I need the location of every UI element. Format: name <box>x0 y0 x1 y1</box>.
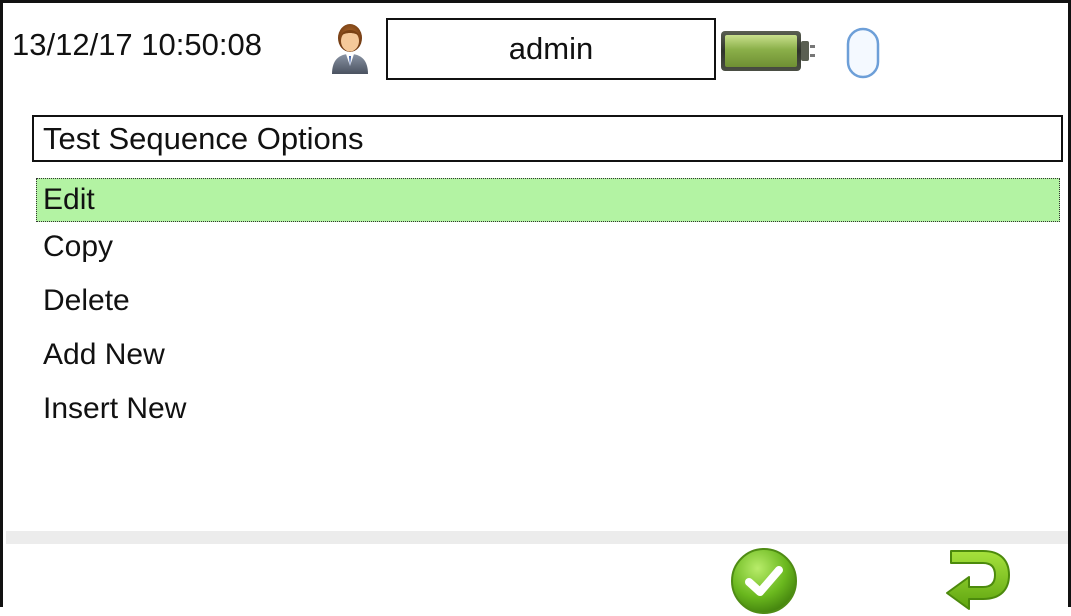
menu-item-label: Delete <box>43 284 130 317</box>
menu-item-edit[interactable]: Edit <box>36 178 1060 222</box>
battery-full-icon <box>721 31 815 71</box>
menu-item-label: Copy <box>43 230 114 263</box>
usb-icon <box>846 27 880 79</box>
username-field: admin <box>386 18 716 80</box>
menu-item-label: Edit <box>43 183 95 216</box>
menu-item-add-new[interactable]: Add New <box>36 328 1060 382</box>
menu-item-delete[interactable]: Delete <box>36 274 1060 328</box>
page-title: Test Sequence Options <box>32 115 1063 162</box>
username-text: admin <box>508 31 594 66</box>
ok-button[interactable] <box>729 546 799 616</box>
options-menu: Edit Copy Delete Add New Insert New <box>36 178 1060 436</box>
page-title-text: Test Sequence Options <box>43 120 364 156</box>
back-button[interactable] <box>943 547 1013 613</box>
return-arrow-icon <box>946 550 1010 610</box>
user-icon <box>332 24 368 74</box>
menu-item-insert-new[interactable]: Insert New <box>36 382 1060 436</box>
menu-item-copy[interactable]: Copy <box>36 220 1060 274</box>
menu-item-label: Insert New <box>43 392 187 425</box>
footer-divider <box>6 531 1068 544</box>
menu-item-label: Add New <box>43 338 165 371</box>
datetime-display: 13/12/17 10:50:08 <box>12 27 262 62</box>
screen: 13/12/17 10:50:08 admin Test Sequence Op… <box>0 0 1071 614</box>
